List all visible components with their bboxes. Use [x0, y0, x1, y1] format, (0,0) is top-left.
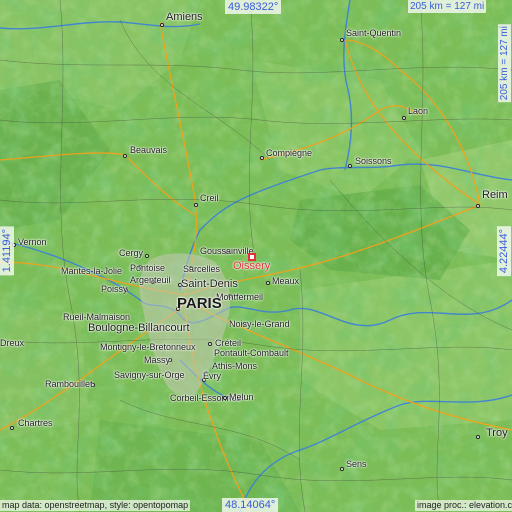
- place-label-goussainville: Goussainville: [200, 246, 254, 256]
- coordinate-top: 49.98322°: [225, 0, 282, 14]
- place-label-montigny-le-bretonneux: Montigny-le-Bretonneux: [100, 342, 196, 352]
- place-label-montfermeil: Montfermeil: [216, 292, 264, 302]
- coordinate-bottom: 48.14064°: [222, 498, 279, 512]
- place-label-argenteuil: Argenteuil: [130, 275, 171, 285]
- place-marker: [145, 254, 149, 258]
- place-label-saint-quentin: Saint-Quentin: [346, 28, 402, 38]
- place-label-vernon: Vernon: [18, 237, 47, 247]
- place-label-athis-mons: Athis-Mons: [212, 361, 258, 371]
- place-marker: [123, 154, 127, 158]
- place-marker: [340, 467, 344, 471]
- place-label-massy: Massy: [144, 355, 171, 365]
- place-marker: [348, 164, 352, 168]
- place-label-savigny-sur-orge: Savigny-sur-Orge: [114, 370, 185, 380]
- place-label-creil: Creil: [200, 193, 219, 203]
- place-label-sarcelles: Sarcelles: [183, 264, 221, 274]
- place-label-rambouillet: Rambouillet: [45, 379, 93, 389]
- place-label-reims: Reim: [482, 189, 508, 201]
- place-label-noisy-le-grand: Noisy-le-Grand: [229, 319, 290, 329]
- place-label-troyes: Troy: [486, 427, 508, 439]
- place-marker: [340, 38, 344, 42]
- location-label: Oissery: [233, 260, 271, 272]
- place-label-cergy: Cergy: [119, 248, 144, 258]
- place-marker: [223, 396, 227, 400]
- scale-vertical: 205 km = 127 mi: [498, 24, 511, 103]
- place-label-evry: Évry: [203, 371, 221, 381]
- place-label-amiens: Amiens: [166, 11, 203, 23]
- place-label-mantes-la-jolie: Mantes-la-Jolie: [61, 266, 123, 276]
- place-label-pontault-combault: Pontault-Combault: [214, 348, 289, 358]
- place-marker: [402, 116, 406, 120]
- terrain-layer: [0, 0, 512, 512]
- place-label-rueil-malmaison: Rueil-Malmaison: [63, 312, 131, 322]
- place-label-creteil: Créteil: [215, 338, 242, 348]
- place-marker: [260, 156, 264, 160]
- topographic-map[interactable]: Amiens Saint-Quentin Laon Beauvais Compi…: [0, 0, 512, 512]
- place-label-dreux: Dreux: [0, 338, 25, 348]
- place-marker: [160, 23, 164, 27]
- place-label-sens: Sens: [346, 459, 367, 469]
- place-label-soissons: Soissons: [355, 156, 392, 166]
- place-label-meaux: Meaux: [272, 276, 300, 286]
- coordinate-left: 1.41194°: [0, 226, 14, 276]
- place-marker: [266, 281, 270, 285]
- place-marker: [476, 435, 480, 439]
- coordinate-right: 4.22444°: [497, 226, 511, 277]
- place-marker: [10, 426, 14, 430]
- place-marker: [476, 204, 480, 208]
- place-label-poissy: Poissy: [101, 284, 128, 294]
- place-label-chartres: Chartres: [18, 418, 53, 428]
- place-label-melun: Melun: [229, 392, 254, 402]
- attribution-map-data: map data: openstreetmap, style: opentopo…: [0, 500, 191, 511]
- attribution-image: image proc.: elevation.city: [415, 500, 512, 511]
- place-marker: [208, 342, 212, 346]
- place-label-pontoise: Pontoise: [130, 263, 166, 273]
- place-label-laon: Laon: [408, 106, 429, 116]
- place-label-compiegne: Compiègne: [266, 148, 313, 158]
- place-marker: [194, 203, 198, 207]
- place-label-paris: PARIS: [177, 295, 222, 312]
- place-label-boulogne-billancourt: Boulogne-Billancourt: [88, 322, 190, 334]
- place-label-beauvais: Beauvais: [130, 145, 168, 155]
- scale-horizontal: 205 km = 127 mi: [408, 0, 487, 13]
- place-label-saint-denis: Saint-Denis: [181, 278, 238, 290]
